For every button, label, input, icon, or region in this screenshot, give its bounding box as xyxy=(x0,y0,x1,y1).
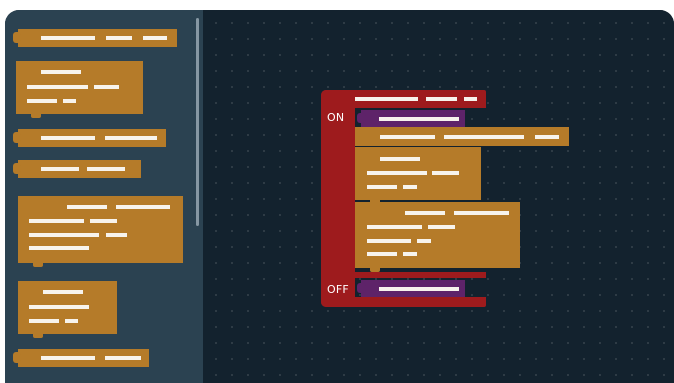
text-placeholder xyxy=(367,239,411,243)
palette-block-7[interactable] xyxy=(13,349,149,367)
text-placeholder xyxy=(444,135,524,139)
text-placeholder xyxy=(403,185,417,189)
off-label: OFF xyxy=(327,283,349,296)
text-placeholder xyxy=(380,135,435,139)
text-placeholder xyxy=(116,205,170,209)
text-placeholder xyxy=(67,205,107,209)
action-block-1[interactable] xyxy=(355,127,569,146)
text-placeholder xyxy=(27,85,88,89)
text-placeholder xyxy=(143,36,167,40)
block-palette xyxy=(5,10,203,383)
text-placeholder xyxy=(454,211,509,215)
text-placeholder xyxy=(27,99,57,103)
text-placeholder xyxy=(29,246,89,250)
text-placeholder xyxy=(65,319,78,323)
text-placeholder xyxy=(105,356,141,360)
on-label: ON xyxy=(327,111,345,124)
text-placeholder xyxy=(403,252,417,256)
text-placeholder xyxy=(535,135,559,139)
text-placeholder xyxy=(63,99,76,103)
text-placeholder xyxy=(367,171,427,175)
workspace-canvas[interactable]: ON OFF xyxy=(203,10,674,383)
toggle-block-footer[interactable] xyxy=(321,297,486,307)
text-placeholder xyxy=(29,233,99,237)
on-value-block[interactable] xyxy=(357,110,465,127)
palette-block-5[interactable] xyxy=(18,196,183,267)
text-placeholder xyxy=(90,219,117,223)
text-placeholder xyxy=(367,185,397,189)
toggle-block-divider xyxy=(355,272,486,278)
text-placeholder xyxy=(464,97,477,101)
text-placeholder xyxy=(367,252,397,256)
text-placeholder xyxy=(94,85,119,89)
text-placeholder xyxy=(41,167,79,171)
palette-block-1[interactable] xyxy=(13,29,177,47)
action-block-3[interactable] xyxy=(355,202,520,272)
editor-frame: ON OFF xyxy=(5,10,674,383)
text-placeholder xyxy=(405,211,445,215)
text-placeholder xyxy=(106,36,132,40)
text-placeholder xyxy=(426,97,457,101)
text-placeholder xyxy=(432,171,459,175)
palette-block-3[interactable] xyxy=(13,129,166,147)
text-placeholder xyxy=(428,225,455,229)
text-placeholder xyxy=(348,97,418,101)
text-placeholder xyxy=(41,70,81,74)
text-placeholder xyxy=(417,239,431,243)
text-placeholder xyxy=(87,167,125,171)
palette-block-2[interactable] xyxy=(16,61,143,118)
palette-block-6[interactable] xyxy=(18,281,117,338)
text-placeholder xyxy=(41,136,95,140)
text-placeholder xyxy=(29,319,59,323)
off-value-block[interactable] xyxy=(357,280,465,297)
text-placeholder xyxy=(41,356,95,360)
text-placeholder xyxy=(379,117,459,121)
text-placeholder xyxy=(380,157,420,161)
palette-scrollbar[interactable] xyxy=(196,18,199,226)
text-placeholder xyxy=(29,219,84,223)
text-placeholder xyxy=(43,290,83,294)
text-placeholder xyxy=(367,225,422,229)
text-placeholder xyxy=(105,136,157,140)
palette-block-4[interactable] xyxy=(13,160,141,178)
text-placeholder xyxy=(29,305,89,309)
action-block-2[interactable] xyxy=(355,147,481,204)
text-placeholder xyxy=(106,233,127,237)
text-placeholder xyxy=(41,36,95,40)
text-placeholder xyxy=(379,287,459,291)
